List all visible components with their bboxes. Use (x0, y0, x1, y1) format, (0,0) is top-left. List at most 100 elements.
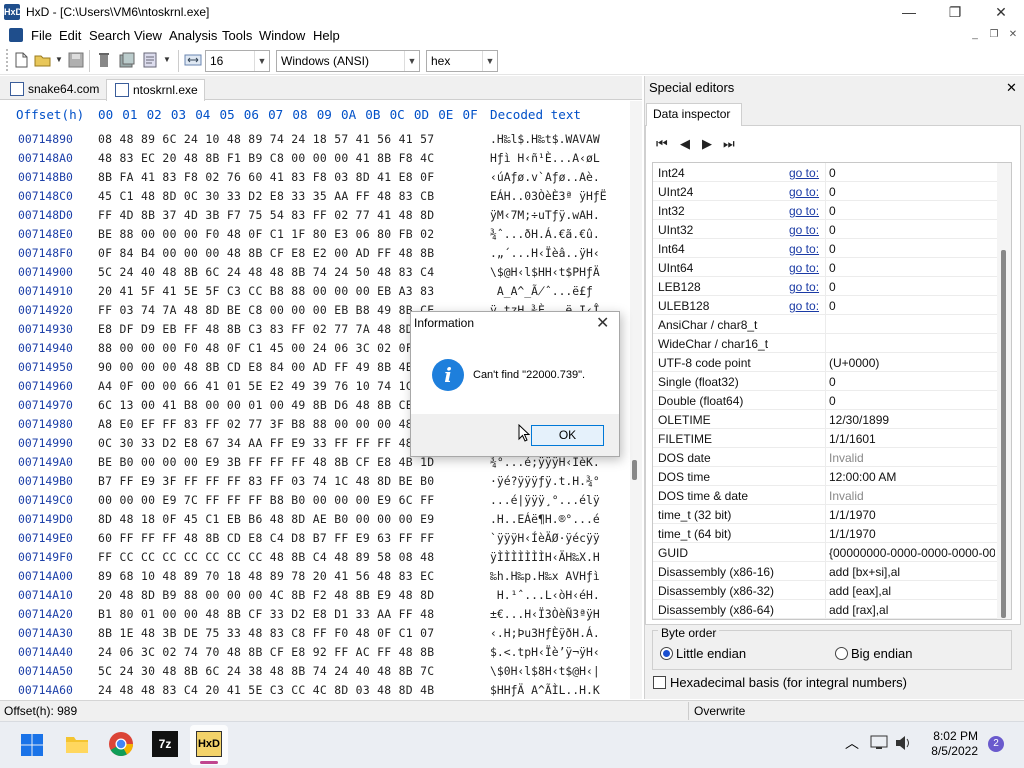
goto-link[interactable]: go to: (789, 299, 819, 313)
hex-row-decoded[interactable]: ÿÌÌÌÌÌÌÌH‹ÄH‰X.H (490, 550, 600, 564)
hex-row-bytes[interactable]: 60 FF FF FF 48 8B CD E8 C4 D8 B7 FF E9 6… (98, 531, 434, 545)
hex-row[interactable]: 00714A10 20 48 8D B9 88 00 00 00 4C 8B F2… (0, 588, 630, 607)
hex-row[interactable]: 007148E0 BE 88 00 00 00 F0 48 0F C1 1F 80… (0, 227, 630, 246)
hex-row[interactable]: 007148C0 45 C1 48 8D 0C 30 33 D2 E8 33 35… (0, 189, 630, 208)
hex-row-bytes[interactable]: 88 00 00 00 F0 48 0F C1 45 00 24 06 3C 0… (98, 341, 434, 355)
inspector-value[interactable]: 12/30/1899 (829, 413, 995, 427)
goto-link[interactable]: go to: (789, 223, 819, 237)
chevron-up-icon[interactable]: ︿ (845, 733, 859, 753)
hex-row-bytes[interactable]: 8B 1E 48 3B DE 75 33 48 83 C8 FF F0 48 0… (98, 626, 434, 640)
save-icon[interactable] (67, 51, 85, 69)
dialog-close-icon[interactable]: ✕ (596, 313, 609, 333)
inspector-value[interactable]: {00000000-0000-0000-0000-000000000000} (829, 546, 995, 560)
hex-row[interactable]: 00714890 08 48 89 6C 24 10 48 89 74 24 18… (0, 132, 630, 151)
hex-row[interactable]: 00714A40 24 06 3C 02 74 70 48 8B CF E8 92… (0, 645, 630, 664)
hex-row[interactable]: 007148A0 48 83 EC 20 48 8B F1 B9 C8 00 00… (0, 151, 630, 170)
inspector-row[interactable]: GUID {00000000-0000-0000-0000-00000000000… (653, 543, 997, 562)
hex-row-bytes[interactable]: B1 80 01 00 00 48 8B CF 33 D2 E8 D1 33 A… (98, 607, 434, 621)
previous-icon[interactable]: ◀ (680, 136, 690, 152)
hex-row-bytes[interactable]: 8D 48 18 0F 45 C1 EB B6 48 8D AE B0 00 0… (98, 512, 434, 526)
hex-basis-checkbox[interactable] (653, 676, 666, 689)
hex-row-bytes[interactable]: 8B FA 41 83 F8 02 76 60 41 83 F8 03 8D 4… (98, 170, 434, 184)
hex-row[interactable]: 007148B0 8B FA 41 83 F8 02 76 60 41 83 F8… (0, 170, 630, 189)
hex-row-decoded[interactable]: \$0H‹l$8H‹t$@H‹| (490, 664, 600, 678)
maximize-button[interactable]: ❐ (932, 0, 978, 24)
hex-row-decoded[interactable]: H.¹ˆ...L‹òH‹éH. (490, 588, 600, 602)
inspector-value[interactable]: add [bx+si],al (829, 565, 995, 579)
inspector-value[interactable]: 0 (829, 375, 995, 389)
hxd-icon[interactable]: HxD (196, 731, 222, 757)
inspector-value[interactable]: Invalid (829, 489, 995, 503)
inspector-row[interactable]: UInt32 go to: 0 (653, 220, 997, 239)
mdi-minimize-button[interactable]: _ (968, 28, 982, 42)
charset-select[interactable]: Windows (ANSI) ▼ (276, 50, 420, 72)
hex-row-decoded[interactable]: ...é|ÿÿÿ¸°...élÿ (490, 493, 600, 507)
menu-help[interactable]: Help (313, 28, 340, 43)
hex-row-bytes[interactable]: 89 68 10 48 89 70 18 48 89 78 20 41 56 4… (98, 569, 434, 583)
inspector-value[interactable]: add [eax],al (829, 584, 995, 598)
offset-base-select[interactable]: hex ▼ (426, 50, 498, 72)
inspector-row[interactable]: Disassembly (x86-64) add [rax],al (653, 600, 997, 619)
inspector-value[interactable]: Invalid (829, 451, 995, 465)
network-icon[interactable] (870, 735, 888, 751)
goto-link[interactable]: go to: (789, 242, 819, 256)
hex-row-bytes[interactable]: B7 FF E9 3F FF FF FF 83 FF 03 74 1C 48 8… (98, 474, 434, 488)
inspector-value[interactable]: 1/1/1601 (829, 432, 995, 446)
inspector-row[interactable]: AnsiChar / char8_t (653, 315, 997, 334)
hex-row-decoded[interactable]: ±€...H‹Ï3ÒèÑ3ªÿH (490, 607, 600, 621)
hex-row-bytes[interactable]: 45 C1 48 8D 0C 30 33 D2 E8 33 35 AA FF 4… (98, 189, 434, 203)
chrome-icon[interactable] (108, 731, 134, 757)
hex-row-bytes[interactable]: 48 83 EC 20 48 8B F1 B9 C8 00 00 00 41 8… (98, 151, 434, 165)
hex-row[interactable]: 00714900 5C 24 40 48 8B 6C 24 48 48 8B 74… (0, 265, 630, 284)
inspector-value[interactable]: 0 (829, 299, 995, 313)
inspector-row[interactable]: time_t (64 bit) 1/1/1970 (653, 524, 997, 543)
hex-row[interactable]: 00714A60 24 48 48 83 C4 20 41 5E C3 CC 4C… (0, 683, 630, 699)
hex-row-decoded[interactable]: `ÿÿÿH‹ÍèÄØ·ÿécÿÿ (490, 531, 600, 545)
inspector-row[interactable]: UInt64 go to: 0 (653, 258, 997, 277)
hex-scroll-thumb[interactable] (632, 460, 637, 480)
inspector-row[interactable]: Double (float64) 0 (653, 391, 997, 410)
inspector-row[interactable]: Disassembly (x86-32) add [eax],al (653, 581, 997, 600)
goto-link[interactable]: go to: (789, 261, 819, 275)
inspector-row[interactable]: OLETIME 12/30/1899 (653, 410, 997, 429)
open-dropdown-arrow-icon[interactable]: ▼ (55, 55, 63, 64)
inspector-row[interactable]: DOS date Invalid (653, 448, 997, 467)
inspector-row[interactable]: DOS time & date Invalid (653, 486, 997, 505)
inspector-value[interactable]: 0 (829, 166, 995, 180)
hex-row-bytes[interactable]: BE 88 00 00 00 F0 48 0F C1 1F 80 E3 06 8… (98, 227, 434, 241)
hex-row-decoded[interactable]: $HHƒÄ A^ÃÌL..H.K (490, 683, 600, 697)
menu-search[interactable]: Search (89, 28, 130, 43)
hex-row-bytes[interactable]: E8 DF D9 EB FF 48 8B C3 83 FF 02 77 7A 4… (98, 322, 434, 336)
hex-row-decoded[interactable]: ¾ˆ...ðH.Á.€ã.€û. (490, 227, 600, 241)
hex-row-bytes[interactable]: 08 48 89 6C 24 10 48 89 74 24 18 57 41 5… (98, 132, 434, 146)
volume-icon[interactable] (894, 735, 912, 751)
inspector-value[interactable]: 1/1/1970 (829, 527, 995, 541)
hex-row-bytes[interactable]: 20 48 8D B9 88 00 00 00 4C 8B F2 48 8B E… (98, 588, 434, 602)
taskbar-clock[interactable]: 8:02 PM 8/5/2022 (920, 729, 978, 759)
hex-row-bytes[interactable]: 5C 24 40 48 8B 6C 24 48 48 8B 74 24 50 4… (98, 265, 434, 279)
menu-file[interactable]: File (31, 28, 52, 43)
goto-link[interactable]: go to: (789, 185, 819, 199)
hex-row[interactable]: 00714A20 B1 80 01 00 00 48 8B CF 33 D2 E8… (0, 607, 630, 626)
hex-row-decoded[interactable]: \$@H‹l$HH‹t$PHƒÄ (490, 265, 600, 279)
inspector-value[interactable]: 0 (829, 204, 995, 218)
first-icon[interactable]: ⏮ (656, 136, 668, 152)
hex-row-bytes[interactable]: 24 48 48 83 C4 20 41 5E C3 CC 4C 8D 03 4… (98, 683, 434, 697)
special-editors-close-button[interactable]: ✕ (1006, 80, 1017, 96)
inspector-row[interactable]: UInt24 go to: 0 (653, 182, 997, 201)
hex-row-bytes[interactable]: 0F 84 B4 00 00 00 48 8B CF E8 E2 00 AD F… (98, 246, 434, 260)
hex-row-decoded[interactable]: ÿM‹7M;÷uTƒÿ.wAH. (490, 208, 600, 222)
hex-row-decoded[interactable]: ‹.H;Þu3HƒÈÿðH.Á. (490, 626, 600, 640)
hex-row[interactable]: 007149B0 B7 FF E9 3F FF FF FF 83 FF 03 74… (0, 474, 630, 493)
inspector-value[interactable]: (U+0000) (829, 356, 995, 370)
hex-row[interactable]: 007148F0 0F 84 B4 00 00 00 48 8B CF E8 E2… (0, 246, 630, 265)
hex-row-bytes[interactable]: FF 4D 8B 37 4D 3B F7 75 54 83 FF 02 77 4… (98, 208, 434, 222)
hex-row[interactable]: 007149F0 FF CC CC CC CC CC CC CC 48 8B C4… (0, 550, 630, 569)
ok-button[interactable]: OK (531, 425, 604, 446)
inspector-value[interactable]: 0 (829, 223, 995, 237)
next-icon[interactable]: ▶ (702, 136, 712, 152)
file-explorer-icon[interactable] (64, 731, 90, 757)
minimize-button[interactable]: — (886, 0, 932, 24)
hex-row-decoded[interactable]: ‹úAƒø.v`Aƒø..Aè. (490, 170, 600, 184)
hex-row-bytes[interactable]: BE B0 00 00 00 E9 3B FF FF FF 48 8B CF E… (98, 455, 434, 469)
